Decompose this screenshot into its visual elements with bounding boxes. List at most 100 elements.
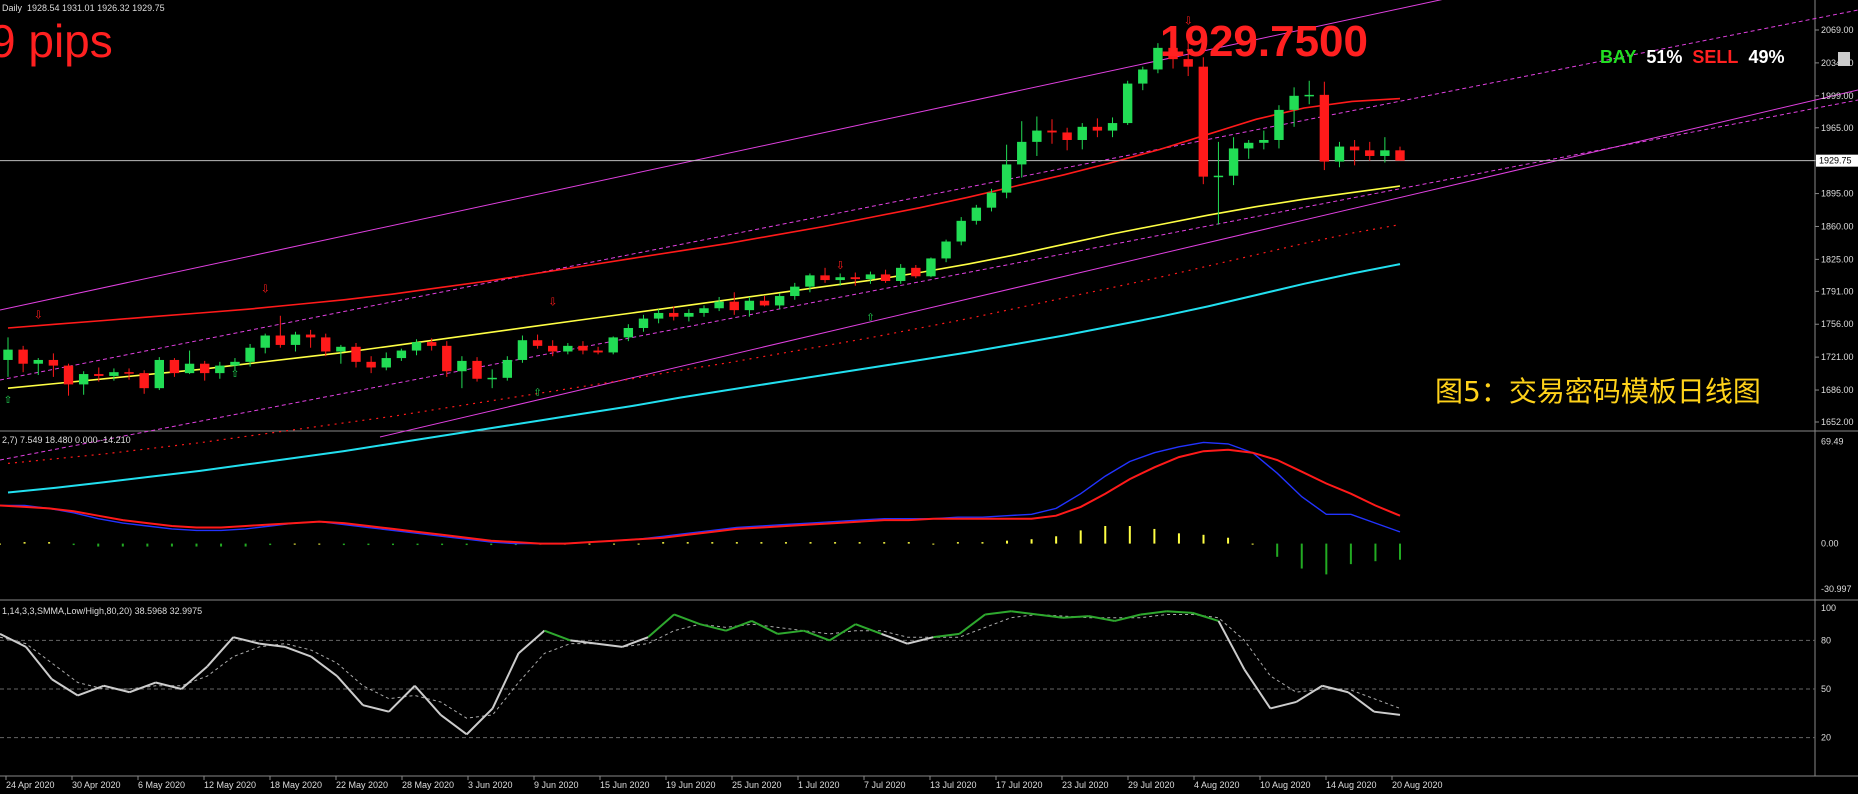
macd-histogram-bar — [834, 542, 837, 544]
macd-histogram-bar — [293, 543, 296, 545]
macd-label: 2,7) 7.549 18.480 0.000 -14.210 — [2, 435, 131, 445]
time-tick-label: 28 May 2020 — [402, 780, 454, 790]
candle-body — [593, 350, 603, 353]
time-tick-label: 14 Aug 2020 — [1326, 780, 1377, 790]
candle-body — [336, 346, 346, 352]
candle-body — [684, 312, 694, 317]
price-tick-label: 1652.00 — [1821, 417, 1854, 427]
candle-body — [896, 267, 906, 281]
price-tick-label: 1999.00 — [1821, 91, 1854, 101]
stoch-tick-label: 50 — [1821, 684, 1831, 694]
candle-body — [608, 337, 618, 353]
time-tick-label: 6 May 2020 — [138, 780, 185, 790]
time-tick-label: 22 May 2020 — [336, 780, 388, 790]
macd-histogram-bar — [416, 543, 419, 546]
candle-body — [230, 361, 240, 366]
stochastic-label: 1,14,3,3,SMMA,Low/High,80,20) 38.5968 32… — [2, 606, 203, 616]
macd-histogram-bar — [735, 542, 738, 544]
candle-body — [321, 337, 331, 352]
candle-body — [1001, 164, 1012, 193]
candle-body — [850, 277, 860, 280]
macd-histogram-bar — [662, 542, 665, 544]
macd-histogram-bar — [588, 543, 591, 545]
candle-body — [487, 377, 497, 380]
macd-histogram-bar — [711, 542, 714, 544]
candle-body — [124, 372, 134, 374]
candle-body — [1244, 142, 1254, 149]
candle-body — [1032, 130, 1042, 142]
candle-body — [78, 374, 89, 385]
macd-histogram-bar — [441, 543, 444, 546]
macd-histogram-bar — [391, 543, 394, 546]
macd-histogram-bar — [907, 542, 910, 544]
macd-histogram-bar — [72, 543, 75, 546]
candle-body — [260, 335, 270, 348]
candle-body — [759, 300, 770, 306]
price-tick-label: 1860.00 — [1821, 221, 1854, 231]
price-tick-label: 1825.00 — [1821, 254, 1854, 264]
macd-histogram-bar — [465, 543, 468, 546]
candle-body — [109, 372, 119, 376]
candle-body — [48, 359, 59, 366]
candle-body — [986, 192, 997, 208]
macd-histogram-bar — [883, 542, 886, 544]
macd-histogram-bar — [367, 543, 370, 546]
buy-arrow: ⇧ — [231, 369, 239, 380]
bay-label: BAY — [1600, 47, 1637, 67]
candle-body — [1228, 148, 1239, 176]
candle-body — [1289, 95, 1299, 110]
buy-arrow: ⇧ — [533, 388, 541, 399]
macd-histogram-bar — [146, 543, 149, 547]
candle-body — [563, 345, 573, 352]
current-price-label: 1929.7500 — [1160, 17, 1368, 66]
price-tick-label: 1686.00 — [1821, 385, 1854, 395]
time-tick-label: 9 Jun 2020 — [534, 780, 579, 790]
macd-histogram-bar — [170, 543, 173, 547]
candle-body — [1092, 126, 1103, 131]
candle — [926, 257, 936, 278]
candle-body — [729, 301, 739, 311]
price-tick-label: 2069.00 — [1821, 25, 1854, 35]
chart-icon — [1838, 52, 1850, 66]
candle-body — [366, 361, 376, 368]
price-tick-label: 1791.00 — [1821, 286, 1854, 296]
candle-body — [941, 241, 951, 259]
ohlc-readout: Daily 1928.54 1931.01 1926.32 1929.75 — [2, 3, 165, 13]
candle-body — [184, 363, 195, 374]
macd-histogram-bar — [1177, 533, 1180, 544]
candle-body — [1395, 150, 1405, 161]
candle-body — [865, 274, 876, 280]
candle-body — [1213, 175, 1224, 178]
candle-body — [245, 347, 255, 362]
candle-body — [1107, 123, 1118, 131]
macd-histogram-bar — [1227, 537, 1230, 544]
macd-histogram-bar — [23, 542, 26, 544]
candle-body — [911, 267, 921, 277]
time-tick-label: 20 Aug 2020 — [1392, 780, 1443, 790]
macd-histogram-bar — [121, 543, 124, 547]
sell-arrow: ⇩ — [836, 259, 845, 272]
candle-body — [18, 349, 28, 364]
stoch-tick-label: 100 — [1821, 603, 1836, 613]
candle-body — [714, 301, 724, 309]
macd-histogram-bar — [97, 543, 100, 547]
candle — [1198, 57, 1208, 185]
candle-body — [1122, 83, 1133, 124]
macd-tick-label: 0.00 — [1821, 539, 1839, 549]
candle-body — [790, 286, 800, 297]
sell-arrow: ⇩ — [261, 282, 270, 295]
candle-body — [517, 340, 528, 360]
candle-body — [1198, 66, 1208, 177]
candle-body — [1259, 139, 1269, 143]
candle-body — [63, 365, 74, 385]
candle-body — [1274, 109, 1284, 140]
candle-body — [532, 340, 543, 346]
macd-histogram-bar — [0, 543, 1, 545]
time-tick-label: 3 Jun 2020 — [468, 780, 513, 790]
time-tick-label: 25 Jun 2020 — [732, 780, 782, 790]
candle-body — [926, 258, 936, 277]
pips-label: 9 pips — [0, 15, 113, 67]
macd-histogram-bar — [1399, 543, 1401, 560]
candle-body — [653, 312, 664, 319]
time-tick-label: 23 Jul 2020 — [1062, 780, 1109, 790]
